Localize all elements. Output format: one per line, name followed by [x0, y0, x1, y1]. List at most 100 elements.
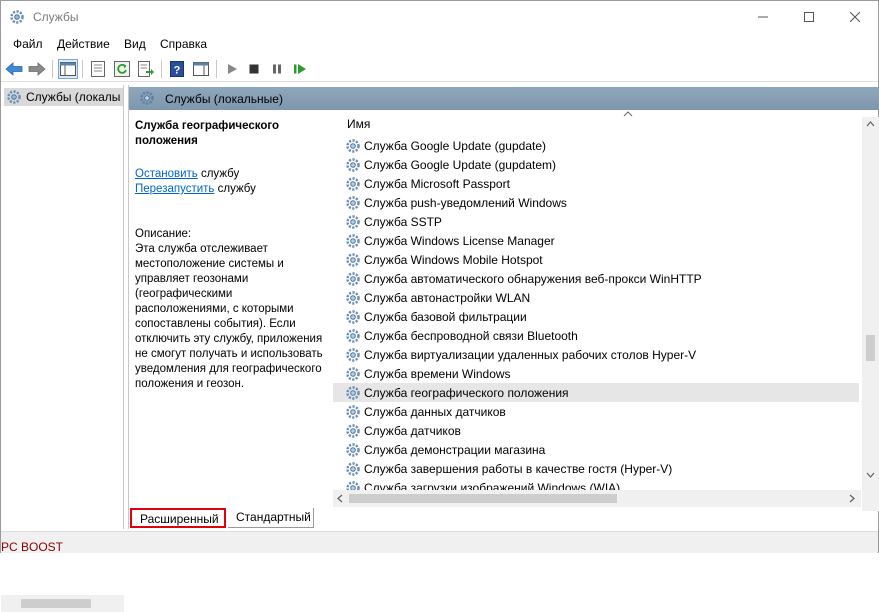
console-tree-icon[interactable]	[58, 59, 78, 79]
service-row[interactable]: Служба датчиков	[333, 421, 859, 440]
service-gear-icon	[346, 233, 360, 248]
service-row[interactable]: Служба базовой фильтрации	[333, 307, 859, 326]
service-row[interactable]: Служба push-уведомлений Windows	[333, 193, 859, 212]
horizontal-scroll-thumb[interactable]	[349, 494, 617, 503]
service-name: Служба Windows Mobile Hotspot	[364, 252, 543, 267]
service-gear-icon	[346, 214, 360, 229]
service-gear-icon	[346, 461, 360, 476]
tree-item-label: Службы (локалы	[26, 90, 121, 104]
service-gear-icon	[346, 290, 360, 305]
service-name: Служба Windows License Manager	[364, 233, 555, 248]
service-gear-icon	[346, 328, 360, 343]
service-name: Служба беспроводной связи Bluetooth	[364, 328, 578, 343]
service-name: Служба датчиков	[364, 423, 461, 438]
toolbar-separator	[52, 60, 53, 78]
vertical-scroll-thumb[interactable]	[866, 335, 875, 361]
gear-icon	[7, 90, 21, 104]
menu-action[interactable]: Действие	[57, 37, 110, 51]
menu-bar: Файл Действие Вид Справка	[1, 33, 878, 55]
service-row[interactable]: Служба Google Update (gupdate)	[333, 136, 859, 155]
toolbar-separator	[216, 60, 217, 78]
selected-service-title: Служба географического положения	[135, 120, 280, 147]
properties-icon[interactable]	[88, 59, 108, 79]
tab-standard[interactable]: Стандартный	[228, 508, 314, 528]
service-row[interactable]: Служба географического положения	[333, 383, 859, 402]
menu-help[interactable]: Справка	[160, 37, 207, 51]
service-name: Служба демонстрации магазина	[364, 442, 546, 457]
service-gear-icon	[346, 252, 360, 267]
restart-link-suffix: службу	[214, 183, 256, 195]
view-tabs: Расширенный Стандартный	[128, 506, 878, 530]
menu-file[interactable]: Файл	[13, 37, 43, 51]
service-row[interactable]: Служба Windows License Manager	[333, 231, 859, 250]
service-name: Служба базовой фильтрации	[364, 309, 527, 324]
column-header-label: Имя	[347, 117, 371, 131]
help-icon[interactable]: ?	[167, 59, 187, 79]
window-title: Службы	[33, 10, 79, 24]
service-name: Служба виртуализации удаленных рабочих с…	[364, 347, 697, 362]
svg-text:?: ?	[174, 65, 181, 77]
back-arrow-icon[interactable]	[4, 59, 24, 79]
service-name: Служба push-уведомлений Windows	[364, 195, 567, 210]
services-window: Службы Файл Действие Вид Справка ? Служб…	[0, 0, 879, 612]
service-name: Служба Microsoft Passport	[364, 176, 510, 191]
title-bar: Службы	[1, 1, 878, 33]
export-list-icon[interactable]	[136, 59, 156, 79]
service-row[interactable]: Служба Windows Mobile Hotspot	[333, 250, 859, 269]
pause-service-icon[interactable]	[267, 59, 287, 79]
tree-scroll-thumb[interactable]	[21, 599, 91, 608]
service-row[interactable]: Служба данных датчиков	[333, 402, 859, 421]
services-main-pane: Службы (локальные) Служба географическог…	[128, 85, 879, 529]
service-gear-icon	[346, 366, 360, 381]
service-name: Служба Google Update (gupdate)	[364, 138, 546, 153]
tab-extended[interactable]: Расширенный	[130, 508, 226, 528]
status-bar: PC BOOST	[1, 531, 878, 554]
sort-ascending-icon	[623, 109, 633, 120]
toolbar-separator	[82, 60, 83, 78]
service-row[interactable]: Служба автонастройки WLAN	[333, 288, 859, 307]
stop-service-icon[interactable]	[244, 59, 264, 79]
tree-item-services-local[interactable]: Службы (локалы	[4, 88, 123, 106]
minimize-button[interactable]	[740, 1, 786, 33]
scroll-right-icon[interactable]	[849, 494, 855, 503]
console-tree: Службы (локалы	[1, 85, 124, 612]
service-name: Служба Google Update (gupdatem)	[364, 157, 556, 172]
toolbar-separator	[161, 60, 162, 78]
tree-horizontal-scrollbar[interactable]	[1, 595, 124, 612]
service-row[interactable]: Служба завершения работы в качестве гост…	[333, 459, 859, 478]
menu-view[interactable]: Вид	[124, 37, 146, 51]
column-header-name[interactable]: Имя	[333, 111, 861, 135]
scroll-left-icon[interactable]	[337, 494, 343, 503]
service-gear-icon	[346, 442, 360, 457]
toolbar: ?	[1, 56, 878, 82]
service-row[interactable]: Служба времени Windows	[333, 364, 859, 383]
service-name: Служба времени Windows	[364, 366, 511, 381]
stop-link-suffix: службу	[197, 168, 240, 180]
close-button[interactable]	[832, 1, 878, 33]
gear-icon	[139, 90, 155, 109]
service-row[interactable]: Служба демонстрации магазина	[333, 440, 859, 459]
restart-service-link[interactable]: Перезапустить	[135, 183, 214, 195]
service-gear-icon	[346, 385, 360, 400]
service-gear-icon	[346, 309, 360, 324]
service-row[interactable]: Служба автоматического обнаружения веб-п…	[333, 269, 859, 288]
start-service-icon[interactable]	[222, 59, 242, 79]
service-name: Служба автонастройки WLAN	[364, 290, 531, 305]
description-text: Эта служба отслеживает местоположение си…	[135, 243, 323, 390]
forward-arrow-icon[interactable]	[27, 59, 47, 79]
service-row[interactable]: Служба Microsoft Passport	[333, 174, 859, 193]
horizontal-scrollbar[interactable]	[333, 490, 861, 507]
service-row[interactable]: Служба Google Update (gupdatem)	[333, 155, 859, 174]
stop-service-link[interactable]: Остановить	[135, 168, 198, 180]
scroll-up-icon[interactable]	[866, 121, 875, 127]
vertical-scrollbar[interactable]	[862, 117, 879, 511]
service-row[interactable]: Служба SSTP	[333, 212, 859, 231]
scroll-down-icon[interactable]	[866, 472, 875, 478]
show-hide-action-pane-icon[interactable]	[191, 59, 211, 79]
service-gear-icon	[346, 271, 360, 286]
restart-service-icon[interactable]	[290, 59, 310, 79]
maximize-button[interactable]	[786, 1, 832, 33]
service-row[interactable]: Служба беспроводной связи Bluetooth	[333, 326, 859, 345]
refresh-icon[interactable]	[112, 59, 132, 79]
service-row[interactable]: Служба виртуализации удаленных рабочих с…	[333, 345, 859, 364]
